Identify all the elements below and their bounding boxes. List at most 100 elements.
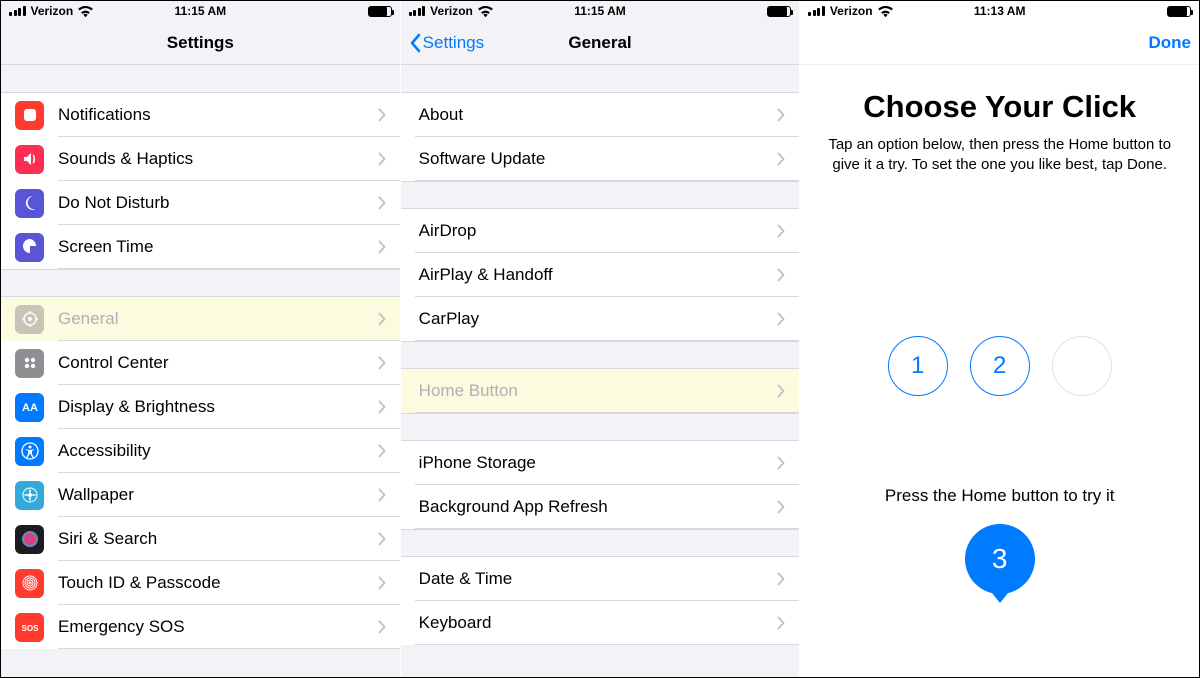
hero-title: Choose Your Click — [863, 89, 1136, 125]
nav-bar: Settings General — [401, 21, 800, 65]
chevron-right-icon — [777, 108, 785, 122]
choose-click-content: Choose Your Click Tap an option below, t… — [800, 65, 1199, 677]
chevron-right-icon — [378, 488, 386, 502]
settings-row-wallpaper[interactable]: Wallpaper — [1, 473, 400, 517]
row-label: Do Not Disturb — [58, 193, 378, 213]
battery-icon — [1167, 6, 1191, 17]
general-pane: Verizon 11:15 AM Settings General About … — [401, 1, 801, 677]
settings-row-touchid[interactable]: Touch ID & Passcode — [1, 561, 400, 605]
chevron-right-icon — [777, 500, 785, 514]
settings-pane: Verizon 11:15 AM Settings Notifications … — [1, 1, 401, 677]
click-option-3[interactable] — [1052, 336, 1112, 396]
row-label: Sounds & Haptics — [58, 149, 378, 169]
chevron-right-icon — [777, 268, 785, 282]
chevron-right-icon — [378, 444, 386, 458]
list-spacer — [401, 181, 800, 209]
row-label: iPhone Storage — [419, 453, 778, 473]
done-button[interactable]: Done — [1149, 33, 1192, 53]
list-spacer — [401, 529, 800, 557]
chevron-right-icon — [378, 152, 386, 166]
chevron-right-icon — [777, 456, 785, 470]
chevron-right-icon — [777, 572, 785, 586]
general-row[interactable]: Keyboard — [401, 601, 800, 645]
list-spacer — [401, 65, 800, 93]
carrier-label: Verizon — [430, 4, 473, 18]
click-option-1[interactable]: 1 — [888, 336, 948, 396]
chevron-right-icon — [378, 240, 386, 254]
click-option-2[interactable]: 2 — [970, 336, 1030, 396]
general-row[interactable]: iPhone Storage — [401, 441, 800, 485]
controlcenter-icon — [15, 349, 44, 378]
row-label: Touch ID & Passcode — [58, 573, 378, 593]
row-label: About — [419, 105, 778, 125]
wifi-icon — [878, 6, 893, 17]
nav-bar: Done — [800, 21, 1199, 65]
carrier-label: Verizon — [830, 4, 873, 18]
general-row[interactable]: AirPlay & Handoff — [401, 253, 800, 297]
settings-row-sounds[interactable]: Sounds & Haptics — [1, 137, 400, 181]
chevron-right-icon — [777, 152, 785, 166]
chevron-right-icon — [777, 224, 785, 238]
svg-text:AA: AA — [22, 402, 38, 414]
back-button[interactable]: Settings — [409, 33, 484, 53]
signal-icon — [808, 6, 825, 16]
general-row[interactable]: About — [401, 93, 800, 137]
chevron-right-icon — [378, 400, 386, 414]
dnd-icon — [15, 189, 44, 218]
settings-row-accessibility[interactable]: Accessibility — [1, 429, 400, 473]
list-spacer — [1, 65, 400, 93]
chevron-right-icon — [378, 576, 386, 590]
general-row[interactable]: CarPlay — [401, 297, 800, 341]
hero-description: Tap an option below, then press the Home… — [824, 135, 1175, 176]
try-it-label: Press the Home button to try it — [885, 486, 1115, 506]
row-label: Home Button — [419, 381, 778, 401]
settings-row-screentime[interactable]: Screen Time — [1, 225, 400, 269]
signal-icon — [409, 6, 426, 16]
settings-list[interactable]: Notifications Sounds & Haptics Do Not Di… — [1, 65, 400, 677]
general-icon — [15, 305, 44, 334]
row-label: Accessibility — [58, 441, 378, 461]
general-row[interactable]: Software Update — [401, 137, 800, 181]
chevron-right-icon — [777, 312, 785, 326]
signal-icon — [9, 6, 26, 16]
row-label: AirDrop — [419, 221, 778, 241]
accessibility-icon — [15, 437, 44, 466]
row-label: Siri & Search — [58, 529, 378, 549]
status-bar: Verizon 11:13 AM — [800, 1, 1199, 21]
list-spacer — [1, 269, 400, 297]
row-label: Control Center — [58, 353, 378, 373]
battery-icon — [767, 6, 791, 17]
status-bar: Verizon 11:15 AM — [401, 1, 800, 21]
row-label: Emergency SOS — [58, 617, 378, 637]
screentime-icon — [15, 233, 44, 262]
sounds-icon — [15, 145, 44, 174]
general-row[interactable]: Home Button — [401, 369, 800, 413]
settings-row-dnd[interactable]: Do Not Disturb — [1, 181, 400, 225]
general-row[interactable]: Date & Time — [401, 557, 800, 601]
nav-bar: Settings — [1, 21, 400, 65]
row-label: CarPlay — [419, 309, 778, 329]
svg-text:SOS: SOS — [21, 624, 38, 633]
row-label: Screen Time — [58, 237, 378, 257]
chevron-right-icon — [777, 384, 785, 398]
settings-row-general[interactable]: General — [1, 297, 400, 341]
settings-row-sos[interactable]: SOS Emergency SOS — [1, 605, 400, 649]
row-label: Wallpaper — [58, 485, 378, 505]
list-spacer — [401, 341, 800, 369]
chevron-right-icon — [378, 356, 386, 370]
battery-icon — [368, 6, 392, 17]
general-row[interactable]: Background App Refresh — [401, 485, 800, 529]
notifications-icon — [15, 101, 44, 130]
settings-row-siri[interactable]: Siri & Search — [1, 517, 400, 561]
display-icon: AA — [15, 393, 44, 422]
row-label: Date & Time — [419, 569, 778, 589]
general-row[interactable]: AirDrop — [401, 209, 800, 253]
wifi-icon — [478, 6, 493, 17]
settings-row-display[interactable]: AA Display & Brightness — [1, 385, 400, 429]
sos-icon: SOS — [15, 613, 44, 642]
row-label: Software Update — [419, 149, 778, 169]
general-list[interactable]: About Software Update AirDrop AirPlay & … — [401, 65, 800, 677]
wifi-icon — [78, 6, 93, 17]
settings-row-controlcenter[interactable]: Control Center — [1, 341, 400, 385]
settings-row-notifications[interactable]: Notifications — [1, 93, 400, 137]
